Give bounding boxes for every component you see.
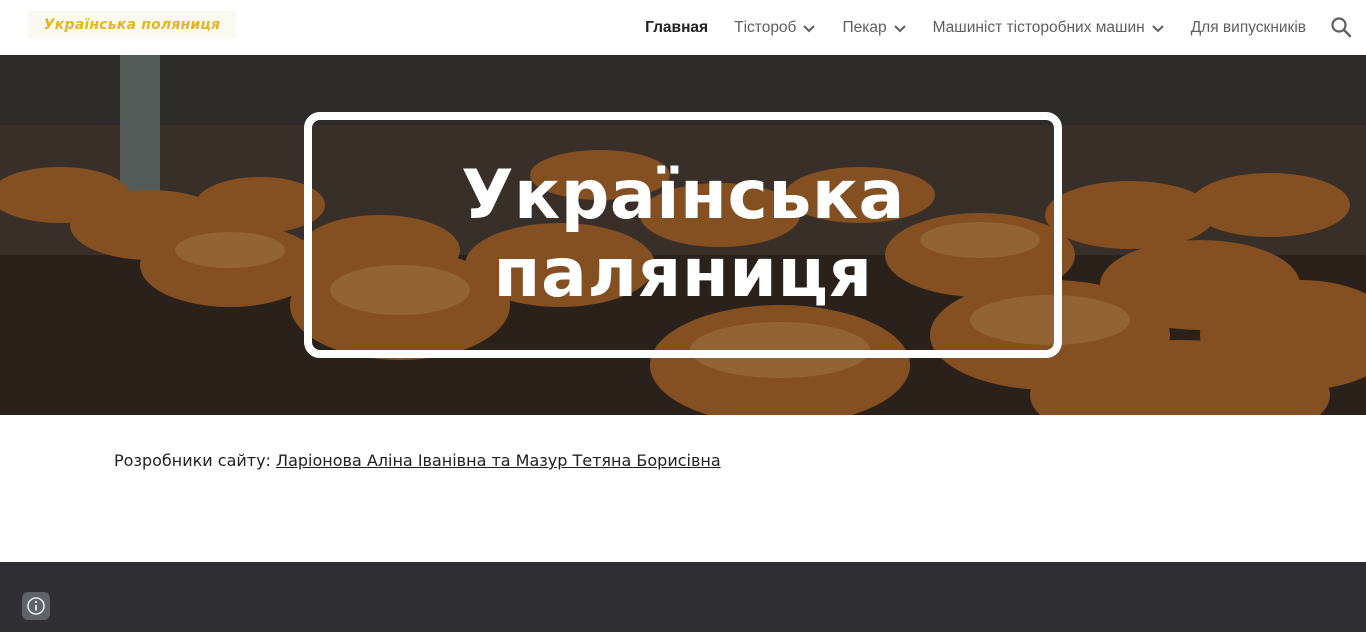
- site-header: Українська поляниця Главная Тістороб Пек…: [0, 0, 1366, 55]
- nav-item-label: Машиніст тісторобних машин: [932, 18, 1145, 36]
- developers-label: Розробники сайту:: [114, 451, 271, 470]
- developers-credit: Розробники сайту: Ларіонова Аліна Іванів…: [114, 451, 721, 470]
- nav-item-baker[interactable]: Пекар: [842, 19, 906, 37]
- chevron-down-icon[interactable]: [893, 21, 907, 35]
- hero-title: Українська паляниця: [461, 157, 905, 313]
- search-icon[interactable]: [1330, 16, 1352, 38]
- nav-item-label: Для випускників: [1190, 18, 1306, 36]
- hero-title-line-1: Українська: [461, 156, 905, 235]
- nav-item-machine-operator[interactable]: Машиніст тісторобних машин: [933, 19, 1165, 37]
- chevron-down-icon[interactable]: [1151, 21, 1165, 35]
- nav-item-dough-maker[interactable]: Тістороб: [734, 19, 816, 37]
- main-navigation: Главная Тістороб Пекар Машиніст тістороб…: [619, 0, 1306, 55]
- site-footer: [0, 562, 1366, 632]
- info-icon[interactable]: [22, 592, 50, 620]
- hero-banner: Українська паляниця: [0, 55, 1366, 415]
- logo-text: Українська поляниця: [43, 17, 221, 33]
- nav-item-label: Пекар: [842, 18, 887, 36]
- site-logo[interactable]: Українська поляниця: [28, 11, 236, 39]
- hero-title-frame: Українська паляниця: [304, 112, 1062, 358]
- nav-item-label: Тістороб: [734, 18, 797, 36]
- chevron-down-icon[interactable]: [802, 21, 816, 35]
- nav-item-graduates[interactable]: Для випускників: [1191, 19, 1306, 37]
- nav-item-home[interactable]: Главная: [645, 19, 708, 37]
- developers-link[interactable]: Ларіонова Аліна Іванівна та Мазур Тетяна…: [276, 451, 721, 470]
- hero-title-line-2: паляниця: [493, 234, 873, 313]
- nav-item-label: Главная: [645, 18, 709, 36]
